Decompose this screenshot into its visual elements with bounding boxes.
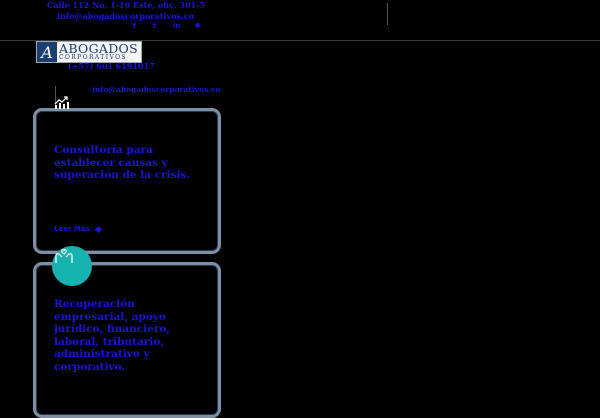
logo[interactable]: A ABOGADOS CORPORATIVOS xyxy=(36,41,142,63)
arrow-icon xyxy=(94,225,102,233)
facebook-icon[interactable]: f xyxy=(133,22,136,30)
logo-monogram: A xyxy=(37,42,57,62)
read-more-link[interactable]: Leer Más xyxy=(54,225,102,233)
read-more-label: Leer Más xyxy=(54,225,90,233)
service-card-consulting[interactable]: Consultoría para establecer causas y sup… xyxy=(33,108,221,254)
chart-icon xyxy=(54,96,69,109)
contact-email-link[interactable]: info@abogadoscorporativos.co xyxy=(92,85,220,94)
top-bar: Calle 112 No. 1-10 Este, ofic. 301-5 inf… xyxy=(0,0,600,41)
hands-icon xyxy=(55,248,73,263)
service-card-recovery[interactable]: Recuperación empresarial, apoyo jurídico… xyxy=(33,262,221,418)
phone-link[interactable]: (+57) 601 6191017 xyxy=(68,61,155,71)
service-icon-circle xyxy=(52,246,92,286)
divider xyxy=(387,3,388,25)
address-text: Calle 112 No. 1-10 Este, ofic. 301-5 xyxy=(47,0,206,10)
youtube-icon[interactable]: ● xyxy=(195,22,200,29)
card-description: Consultoría para establecer causas y sup… xyxy=(54,144,191,181)
top-email-link[interactable]: info@abogadoscorporativos.co xyxy=(57,11,194,21)
linkedin-icon[interactable]: in xyxy=(173,22,180,30)
card-description: Recuperación empresarial, apoyo jurídico… xyxy=(54,298,170,373)
twitter-icon[interactable]: t xyxy=(153,22,156,30)
